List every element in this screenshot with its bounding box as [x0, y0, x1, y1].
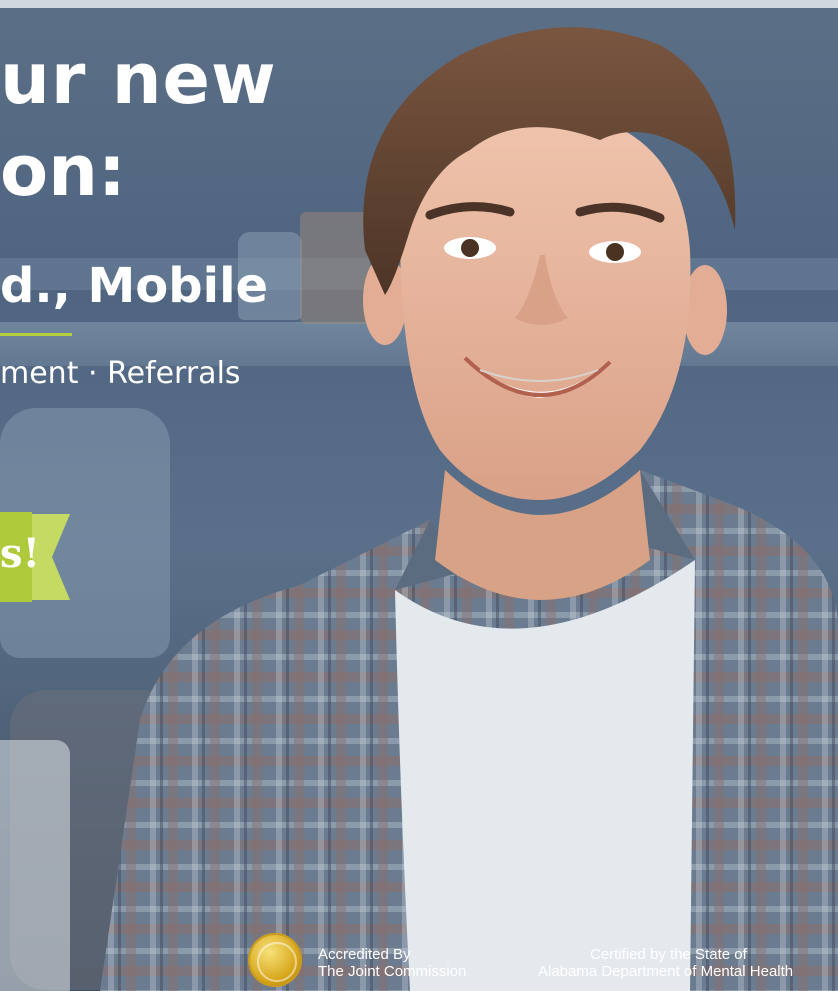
ad-banner: ur new on: d., Mobile ment · Referrals s…	[0, 0, 838, 991]
headline-line-3: d., Mobile	[0, 258, 269, 314]
gold-seal-icon	[248, 933, 302, 987]
ribbon-text: s!	[0, 530, 41, 577]
certified-line-2: Alabama Department of Mental Health	[538, 963, 794, 980]
accredited-line-2: The Joint Commission	[318, 963, 467, 980]
services-line: ment · Referrals	[0, 356, 241, 391]
headline-line-1: ur new	[0, 38, 277, 120]
accent-underline	[0, 333, 72, 336]
accredited-line-1: Accredited By	[318, 946, 411, 963]
certified-line-1: Certified by the State of	[590, 946, 747, 963]
headline-line-2: on:	[0, 130, 126, 212]
